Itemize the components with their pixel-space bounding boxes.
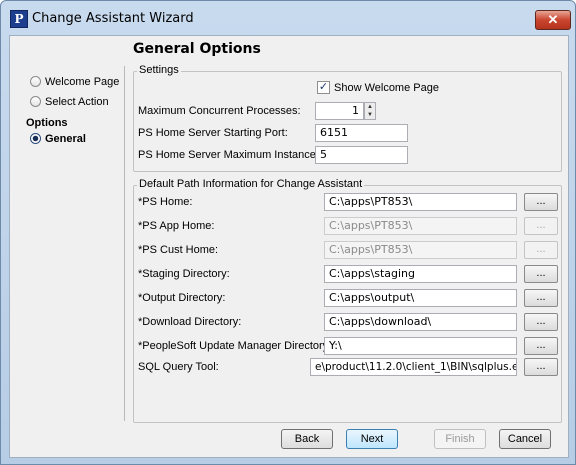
download-directory-label: *Download Directory:	[138, 316, 242, 328]
max-instances-label: PS Home Server Maximum Instances:	[138, 149, 325, 161]
back-button[interactable]: Back	[281, 429, 333, 449]
close-button[interactable]: ✕	[535, 10, 571, 30]
output-directory-browse-button[interactable]: ...	[524, 289, 558, 307]
ps-cust-home-input: C:\apps\PT853\	[324, 241, 517, 259]
sql-query-tool-input[interactable]: e\product\11.2.0\client_1\BIN\sqlplus.ex…	[310, 358, 517, 376]
title-bar: P Change Assistant Wizard ✕	[1, 1, 575, 35]
ps-home-label: *PS Home:	[138, 196, 193, 208]
ps-app-home-browse-button: ...	[524, 217, 558, 235]
peoplesoft-app-icon: P	[10, 10, 28, 28]
update-manager-directory-browse-button[interactable]: ...	[524, 337, 558, 355]
page-title: General Options	[133, 41, 261, 57]
settings-legend: Settings	[137, 64, 181, 76]
general-radio[interactable]	[30, 133, 41, 144]
ps-home-browse-button[interactable]: ...	[524, 193, 558, 211]
welcome-page-radio[interactable]	[30, 76, 41, 87]
show-welcome-checkbox[interactable]: ✓	[317, 81, 330, 94]
cancel-button[interactable]: Cancel	[499, 429, 551, 449]
max-processes-spinner[interactable]: ▲ ▼	[364, 102, 376, 120]
nav-item-general[interactable]: General	[45, 133, 86, 145]
spin-up-icon[interactable]: ▲	[365, 103, 375, 111]
show-welcome-label: Show Welcome Page	[334, 82, 439, 94]
spin-down-icon[interactable]: ▼	[365, 111, 375, 119]
starting-port-label: PS Home Server Starting Port:	[138, 127, 288, 139]
nav-item-select-action[interactable]: Select Action	[45, 96, 109, 108]
sql-query-tool-browse-button[interactable]: ...	[524, 358, 558, 376]
starting-port-input[interactable]: 6151	[315, 124, 408, 142]
staging-directory-label: *Staging Directory:	[138, 268, 230, 280]
ps-cust-home-label: *PS Cust Home:	[138, 244, 219, 256]
max-processes-input[interactable]: 1	[315, 102, 364, 120]
wizard-body: General Options Welcome Page Select Acti…	[9, 35, 569, 458]
default-path-legend: Default Path Information for Change Assi…	[137, 178, 365, 190]
sql-query-tool-label: SQL Query Tool:	[138, 361, 219, 373]
wizard-window: P Change Assistant Wizard ✕ General Opti…	[0, 0, 576, 465]
nav-item-welcome-page[interactable]: Welcome Page	[45, 76, 119, 88]
ps-app-home-input: C:\apps\PT853\	[324, 217, 517, 235]
finish-button: Finish	[434, 429, 486, 449]
max-processes-label: Maximum Concurrent Processes:	[138, 105, 301, 117]
max-instances-input[interactable]: 5	[315, 146, 408, 164]
download-directory-input[interactable]: C:\apps\download\	[324, 313, 517, 331]
update-manager-directory-label: *PeopleSoft Update Manager Directory:	[138, 340, 332, 352]
output-directory-label: *Output Directory:	[138, 292, 226, 304]
output-directory-input[interactable]: C:\apps\output\	[324, 289, 517, 307]
select-action-radio[interactable]	[30, 96, 41, 107]
ps-home-input[interactable]: C:\apps\PT853\	[324, 193, 517, 211]
window-title: Change Assistant Wizard	[32, 11, 194, 26]
staging-directory-browse-button[interactable]: ...	[524, 265, 558, 283]
download-directory-browse-button[interactable]: ...	[524, 313, 558, 331]
ps-cust-home-browse-button: ...	[524, 241, 558, 259]
next-button[interactable]: Next	[346, 429, 398, 449]
ps-app-home-label: *PS App Home:	[138, 220, 215, 232]
update-manager-directory-input[interactable]: Y:\	[324, 337, 517, 355]
staging-directory-input[interactable]: C:\apps\staging	[324, 265, 517, 283]
nav-section-options: Options	[26, 117, 68, 129]
nav-divider	[124, 66, 125, 421]
